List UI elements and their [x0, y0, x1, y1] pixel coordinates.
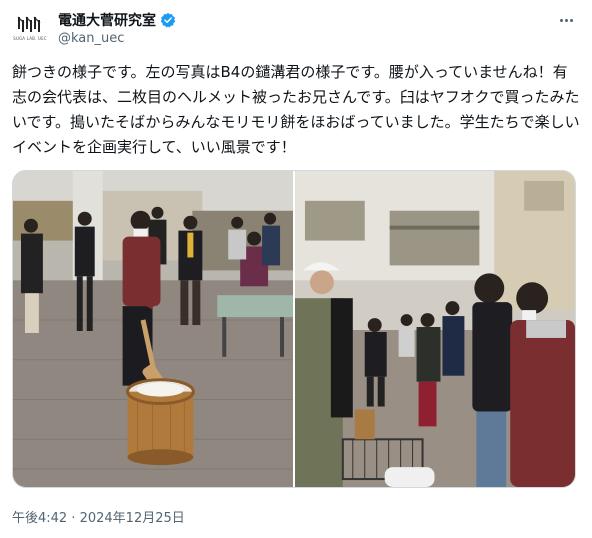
photo-mochi-pounding-image — [13, 171, 293, 487]
name-row: 電通大菅研究室 — [58, 10, 176, 30]
dot-icon — [559, 18, 563, 22]
photo-students-eating[interactable] — [295, 171, 575, 487]
timestamp[interactable]: 午後4:42 · 2024年12月25日 — [12, 507, 185, 526]
lab-logo-icon — [17, 16, 41, 32]
photo-students-eating-image — [295, 171, 575, 487]
tweet-text: 餅つきの様子です。左の写真はB4の鑓溝君の様子です。腰が入っていませんね！有志の… — [12, 63, 580, 156]
photo-mochi-pounding[interactable] — [13, 171, 293, 487]
handle[interactable]: @kan_uec — [58, 31, 124, 46]
avatar[interactable]: SUGA LAB. UEC — [12, 10, 48, 46]
more-options-icon[interactable] — [554, 8, 578, 32]
tweet-header: SUGA LAB. UEC 電通大菅研究室 @kan_uec — [12, 6, 580, 50]
verified-badge-icon — [160, 12, 176, 28]
media-grid — [12, 170, 576, 488]
avatar-caption: SUGA LAB. UEC — [13, 36, 47, 41]
dot-icon — [569, 18, 573, 22]
display-name[interactable]: 電通大菅研究室 — [58, 10, 156, 30]
dot-icon — [564, 18, 568, 22]
